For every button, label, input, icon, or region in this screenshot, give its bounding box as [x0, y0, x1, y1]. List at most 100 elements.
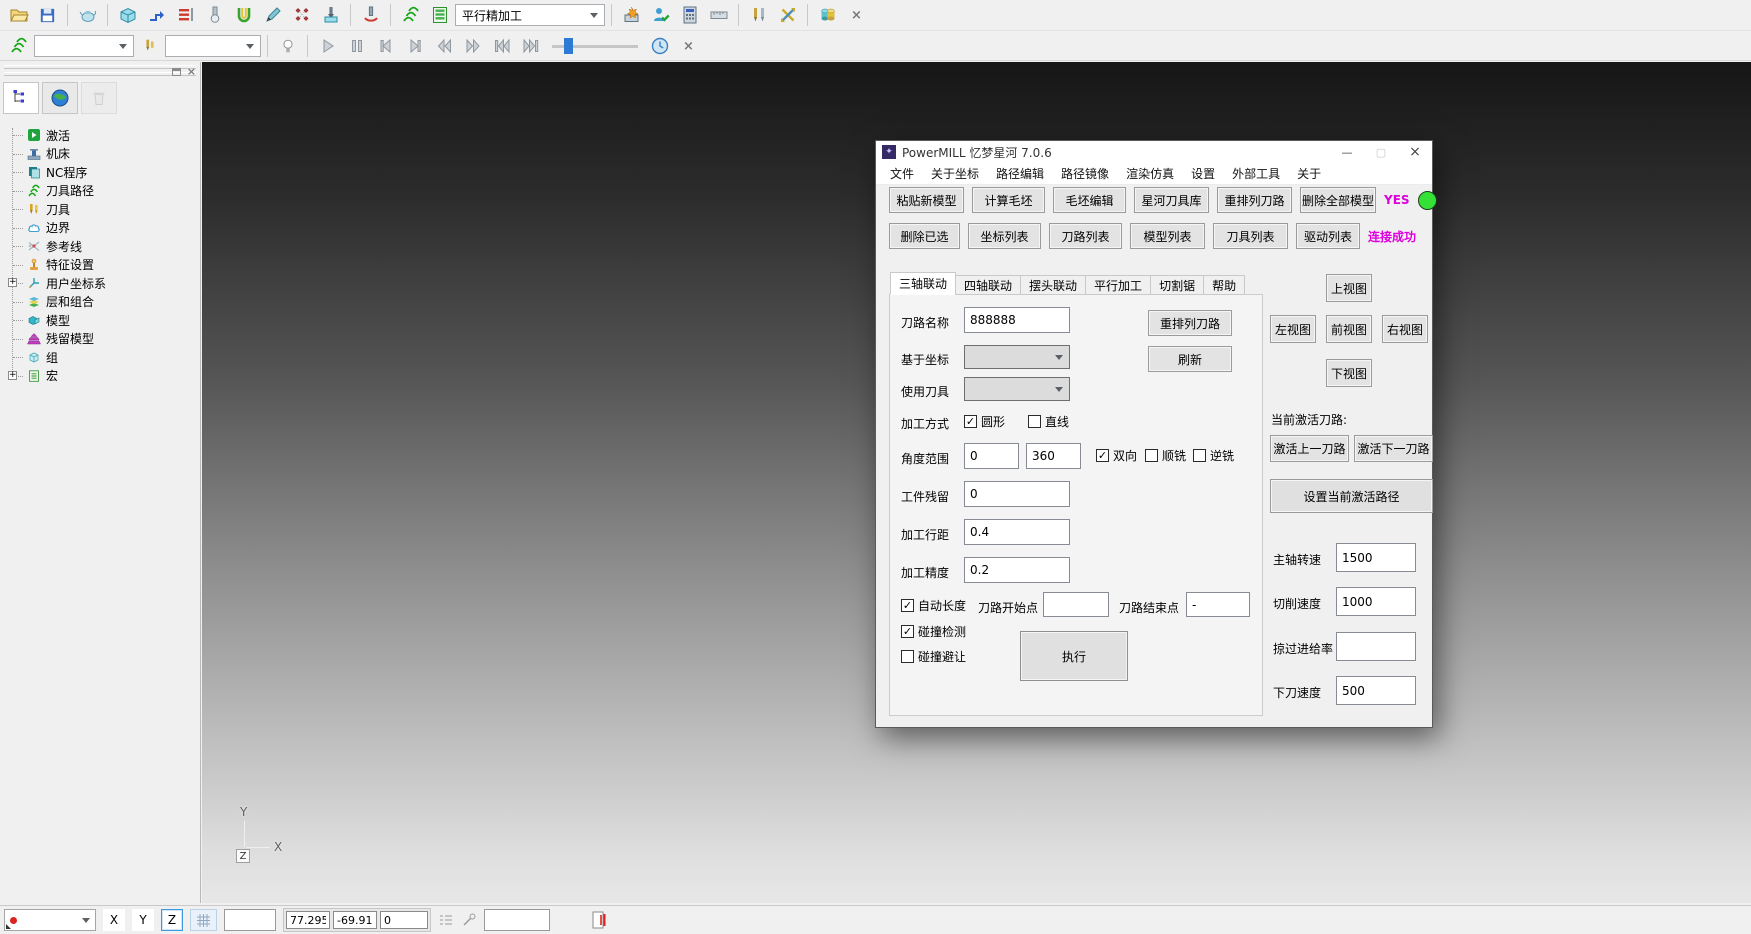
rearrange-button[interactable]: 重排列刀路	[1148, 310, 1232, 336]
collision-avoid-checkbox[interactable]: 碰撞避让	[901, 648, 966, 665]
sim-fast-forward-button[interactable]	[459, 33, 486, 59]
toolpath-limit-button[interactable]	[143, 2, 170, 28]
verify-button[interactable]	[647, 2, 674, 28]
menu-coords[interactable]: 关于坐标	[931, 165, 979, 182]
method-circle-checkbox[interactable]: 圆形	[964, 413, 1005, 430]
plunge-feed-input[interactable]	[1336, 676, 1416, 705]
coord-list-button[interactable]: 坐标列表	[968, 223, 1041, 249]
sim-toolpath-dropdown[interactable]	[34, 35, 134, 57]
sim-go-end-button[interactable]	[517, 33, 544, 59]
minimize-button[interactable]: —	[1330, 141, 1364, 163]
grid-toggle-button[interactable]	[190, 909, 217, 931]
activate-prev-button[interactable]: 激活上一刀路	[1270, 435, 1349, 462]
activate-next-button[interactable]: 激活下一刀路	[1354, 435, 1433, 462]
climb-mill-checkbox[interactable]: 顺铣	[1145, 447, 1186, 464]
sim-go-start-button[interactable]	[488, 33, 515, 59]
tolerance-field[interactable]	[484, 909, 550, 931]
calculator-button[interactable]	[676, 2, 703, 28]
coord-select[interactable]	[964, 345, 1070, 369]
open-button[interactable]	[5, 2, 32, 28]
tree-item-toolpaths[interactable]: 刀具路径	[8, 182, 200, 201]
menu-file[interactable]: 文件	[890, 165, 914, 182]
measure-button[interactable]	[705, 2, 732, 28]
sim-tool-button[interactable]	[136, 33, 163, 59]
menu-path-edit[interactable]: 路径编辑	[996, 165, 1044, 182]
start-point-input[interactable]	[1043, 592, 1109, 617]
stock-edit-button[interactable]: 毛坯编辑	[1053, 187, 1126, 213]
execute-button[interactable]: 执行	[1020, 631, 1128, 681]
cutting-feed-input[interactable]	[1336, 587, 1416, 616]
sim-toolpath-button[interactable]	[5, 33, 32, 59]
tree-item-levels[interactable]: 层和组合	[8, 293, 200, 312]
sim-step-forward-button[interactable]	[401, 33, 428, 59]
tree-item-stock-models[interactable]: 残留模型	[8, 330, 200, 349]
sim-rewind-button[interactable]	[430, 33, 457, 59]
sim-play-button[interactable]	[314, 33, 341, 59]
angle-to-input[interactable]	[1026, 443, 1081, 469]
create-block-button[interactable]	[114, 2, 141, 28]
drive-list-button[interactable]: 驱动列表	[1296, 223, 1360, 249]
tree-item-patterns[interactable]: 参考线	[8, 237, 200, 256]
axis-x-button[interactable]: X	[103, 909, 125, 931]
view-right-button[interactable]: 右视图	[1382, 315, 1428, 343]
delete-all-models-button[interactable]: 删除全部模型	[1300, 187, 1376, 213]
cylinder-pair-button[interactable]	[814, 2, 841, 28]
tree-item-macros[interactable]: 宏	[8, 367, 200, 386]
point-distribution-button[interactable]	[288, 2, 315, 28]
method-line-checkbox[interactable]: 直线	[1028, 413, 1069, 430]
menu-settings[interactable]: 设置	[1191, 165, 1215, 182]
tool-select[interactable]	[964, 377, 1070, 401]
sim-step-back-button[interactable]	[372, 33, 399, 59]
sim-close-button[interactable]: ×	[675, 33, 702, 59]
tab-help[interactable]: 帮助	[1203, 275, 1245, 295]
tab-explorer-trash[interactable]	[81, 82, 117, 114]
tab-saw[interactable]: 切割锯	[1150, 275, 1204, 295]
sim-speed-slider[interactable]	[552, 37, 638, 55]
stock-input[interactable]	[964, 481, 1070, 507]
tree-item-models[interactable]: 模型	[8, 311, 200, 330]
stepover-input[interactable]	[964, 519, 1070, 545]
tree-item-groups[interactable]: 组	[8, 348, 200, 367]
draw-mode-dropdown[interactable]	[4, 909, 96, 931]
panel-close-button[interactable]: ×	[187, 65, 196, 78]
view-front-button[interactable]: 前视图	[1326, 315, 1372, 343]
tab-explorer-tree[interactable]	[3, 82, 39, 114]
tree-item-tools[interactable]: 刀具	[8, 200, 200, 219]
coord-z-field[interactable]	[380, 911, 428, 929]
view-bottom-button[interactable]: 下视图	[1326, 359, 1372, 387]
refresh-button[interactable]: 刷新	[1148, 346, 1232, 372]
skim-feed-input[interactable]	[1336, 632, 1416, 661]
toolpath-name-input[interactable]	[964, 307, 1070, 333]
menu-path-mirror[interactable]: 路径镜像	[1061, 165, 1109, 182]
tool-list-button[interactable]: 刀具列表	[1213, 223, 1288, 249]
maximize-button[interactable]: ▢	[1364, 141, 1398, 163]
rest-machining-button[interactable]	[172, 2, 199, 28]
strategy-list-button[interactable]	[426, 2, 453, 28]
menu-external-tools[interactable]: 外部工具	[1232, 165, 1280, 182]
model-list-button[interactable]: 模型列表	[1130, 223, 1205, 249]
u-profile-button[interactable]	[230, 2, 257, 28]
paste-model-button[interactable]: 粘贴新模型	[889, 187, 964, 213]
calc-stock-button[interactable]: 计算毛坯	[972, 187, 1045, 213]
ball-tool-button[interactable]	[201, 2, 228, 28]
sim-time-button[interactable]	[646, 33, 673, 59]
tolerance-input[interactable]	[964, 557, 1070, 583]
view-top-button[interactable]: 上视图	[1326, 274, 1372, 302]
axis-y-button[interactable]: Y	[132, 909, 154, 931]
viewmill-button[interactable]	[74, 2, 101, 28]
tab-head[interactable]: 摆头联动	[1020, 275, 1086, 295]
expand-icon[interactable]	[8, 371, 17, 380]
coord-x-field[interactable]	[286, 911, 330, 929]
tree-item-activate[interactable]: 激活	[8, 126, 200, 145]
tab-explorer-world[interactable]	[42, 82, 78, 114]
tree-item-nc-programs[interactable]: NC程序	[8, 163, 200, 182]
set-active-path-button[interactable]: 设置当前激活路径	[1270, 479, 1433, 513]
tool-pair-button[interactable]	[745, 2, 772, 28]
toolbar-close-button[interactable]: ×	[843, 2, 870, 28]
strategy-dropdown[interactable]: 平行精加工	[455, 4, 605, 26]
expand-icon[interactable]	[8, 278, 17, 287]
dialog-titlebar[interactable]: ✦ PowerMILL 忆梦星河 7.0.6 — ▢ ×	[876, 141, 1432, 163]
tree-item-feature-sets[interactable]: 特征设置	[8, 256, 200, 275]
tool-library-button[interactable]: 星河刀具库	[1134, 187, 1209, 213]
save-button[interactable]	[34, 2, 61, 28]
